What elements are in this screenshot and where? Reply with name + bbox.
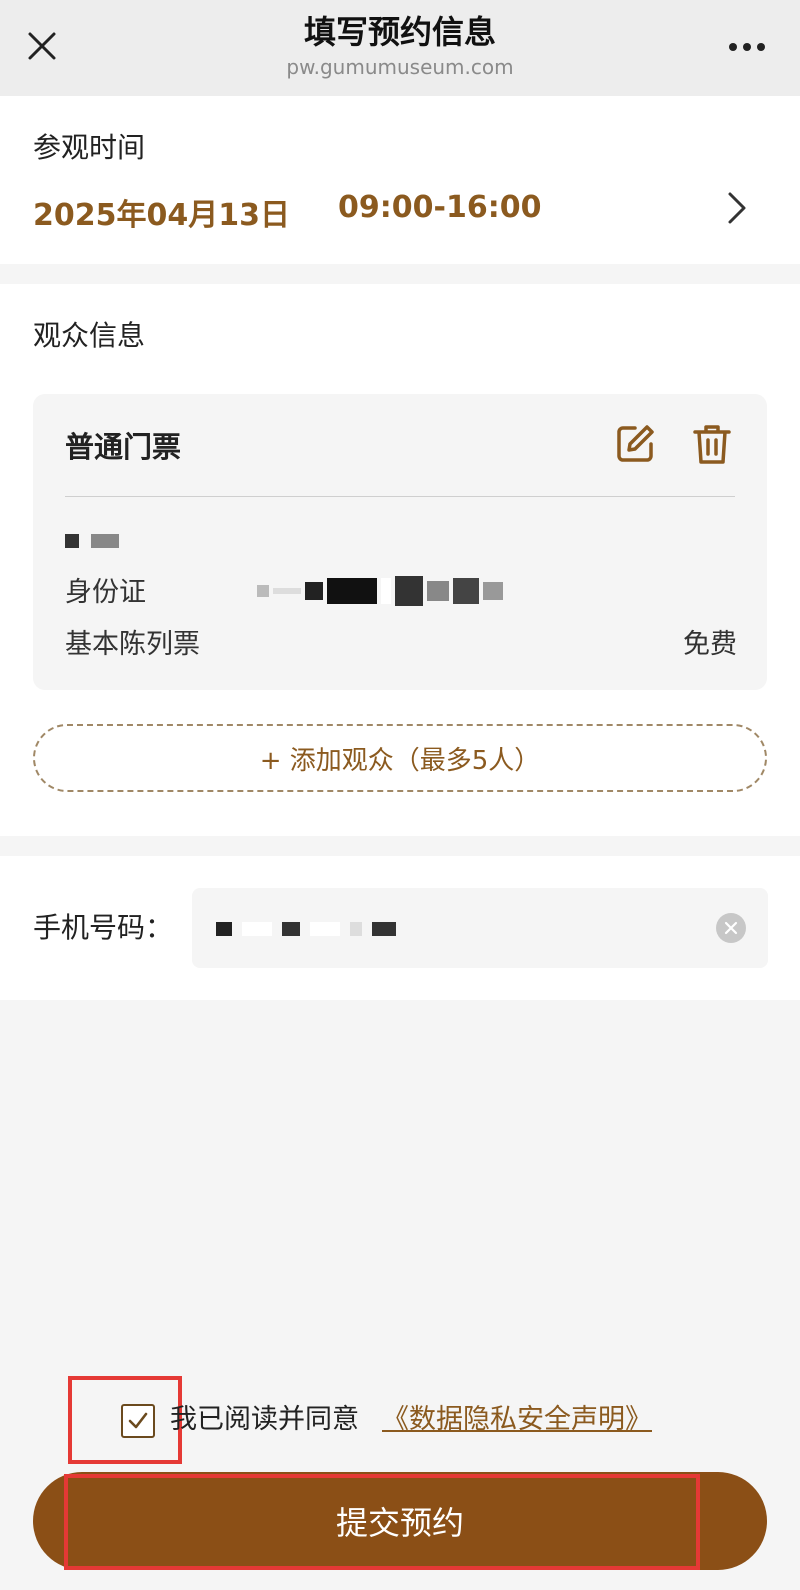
visitor-info-label: 观众信息 xyxy=(33,319,146,352)
more-icon xyxy=(729,43,737,51)
page-url: pw.gumumuseum.com xyxy=(286,55,514,79)
visit-time-section: 参观时间 2025年04月13日 09:00-16:00 xyxy=(0,96,800,264)
chevron-right-icon xyxy=(728,192,746,224)
visit-date: 2025年04月13日 xyxy=(33,198,290,233)
id-type-label: 身份证 xyxy=(65,577,146,608)
phone-section: 手机号码： xyxy=(0,856,800,1000)
close-icon xyxy=(28,32,56,60)
visitor-name-masked xyxy=(65,534,119,548)
visit-time-selector[interactable]: 2025年04月13日 09:00-16:00 xyxy=(0,176,800,240)
privacy-policy-link[interactable]: 《数据隐私安全声明》 xyxy=(382,1400,652,1440)
submit-button[interactable]: 提交预约 xyxy=(33,1472,767,1570)
trash-icon xyxy=(693,425,731,464)
title-bar: 填写预约信息 pw.gumumuseum.com xyxy=(0,0,800,96)
clear-button[interactable] xyxy=(716,913,746,943)
ticket-title: 普通门票 xyxy=(65,430,182,464)
edit-icon xyxy=(617,425,654,462)
agree-checkbox[interactable] xyxy=(121,1404,155,1438)
phone-label: 手机号码： xyxy=(33,911,174,944)
clear-icon xyxy=(724,921,738,935)
delete-button[interactable] xyxy=(691,422,733,466)
ticket-divider xyxy=(65,496,735,497)
id-number-masked xyxy=(257,576,503,606)
more-button[interactable] xyxy=(722,30,772,64)
visitor-info-section: 观众信息 普通门票 身份证 基本陈列票 免费 + 添加观众（最多5人） xyxy=(0,284,800,836)
visit-time-label: 参观时间 xyxy=(33,131,146,164)
ticket-card: 普通门票 身份证 基本陈列票 免费 xyxy=(33,394,767,690)
visit-time: 09:00-16:00 xyxy=(338,190,542,225)
add-visitor-button[interactable]: + 添加观众（最多5人） xyxy=(33,724,767,792)
close-button[interactable] xyxy=(22,26,62,66)
edit-button[interactable] xyxy=(613,422,657,466)
agree-text: 我已阅读并同意 xyxy=(170,1404,359,1435)
ticket-type-label: 基本陈列票 xyxy=(65,629,200,660)
page-title: 填写预约信息 xyxy=(303,13,496,51)
title-wrap: 填写预约信息 pw.gumumuseum.com xyxy=(150,10,650,80)
ticket-price: 免费 xyxy=(683,629,737,660)
phone-input[interactable] xyxy=(192,888,768,968)
phone-number-masked xyxy=(216,922,396,936)
check-icon xyxy=(128,1412,148,1429)
